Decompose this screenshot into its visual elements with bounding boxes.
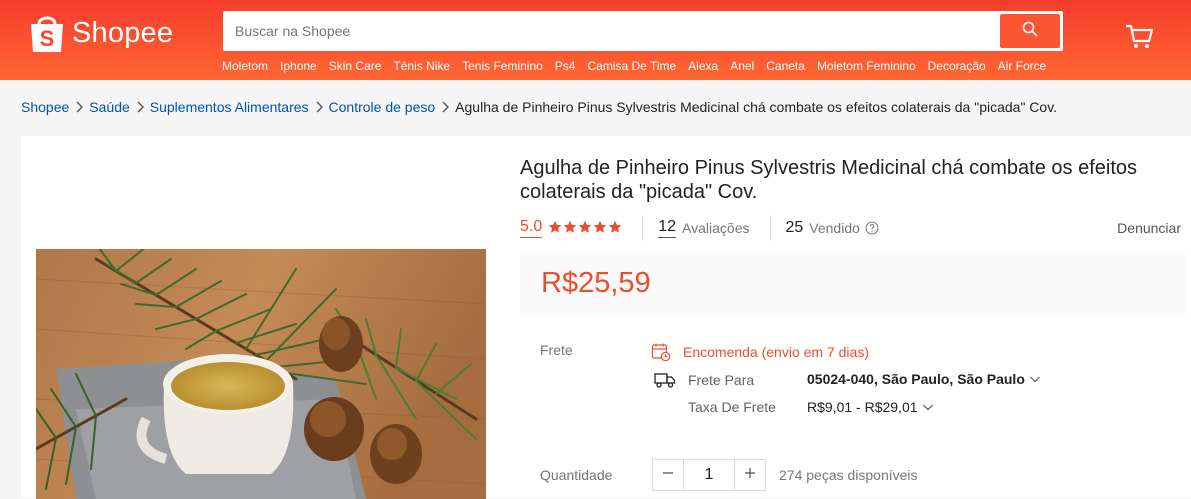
shipping-order-text: Encomenda (envio em 7 dias) — [683, 344, 869, 360]
chevron-down-icon[interactable] — [1029, 373, 1041, 385]
brand-name: Shopee — [72, 16, 174, 49]
shipping-to-line: Frete Para — [654, 371, 754, 389]
sold-count: 25 — [785, 219, 804, 236]
chevron-right-icon — [136, 101, 144, 113]
reviews-label[interactable]: Avaliações — [682, 220, 749, 236]
shipping-to-label: Frete Para — [688, 372, 755, 388]
help-icon[interactable] — [865, 221, 879, 235]
stock-available: 274 peças disponíveis — [779, 467, 918, 483]
quantity-input[interactable]: 1 — [684, 459, 734, 491]
star-icon — [593, 220, 607, 237]
hotword-link[interactable]: Ps4 — [555, 59, 576, 73]
chevron-down-icon[interactable] — [922, 401, 934, 413]
hotword-link[interactable]: Camisa De Time — [587, 59, 676, 73]
product-price: R$25,59 — [541, 267, 651, 299]
search-icon — [1022, 21, 1038, 42]
star-icon — [578, 220, 592, 237]
reviews-count[interactable]: 12 — [658, 218, 677, 238]
hotword-link[interactable]: Anel — [730, 59, 754, 73]
hotword-link[interactable]: Skin Care — [329, 59, 382, 73]
breadcrumb: Shopee Saúde Suplementos Alimentares Con… — [21, 99, 1057, 115]
shipping-fee-value[interactable]: R$9,01 - R$29,01 — [807, 399, 918, 415]
hotword-link[interactable]: Caneta — [766, 59, 805, 73]
truck-icon — [654, 371, 676, 389]
increase-quantity-button[interactable] — [734, 459, 766, 491]
shipping-fee[interactable]: R$9,01 - R$29,01 — [807, 399, 934, 415]
chevron-right-icon — [75, 101, 84, 113]
shopping-bag-icon: S — [28, 12, 66, 54]
hotword-link[interactable]: Air Force — [998, 59, 1047, 73]
breadcrumb-current: Agulha de Pinheiro Pinus Sylvestris Medi… — [455, 99, 1058, 115]
hotword-link[interactable]: Decoração — [928, 59, 986, 73]
product-stats: 5.0 12 Avaliações 25 Vendido Denunciar — [520, 215, 1185, 241]
chevron-right-icon — [315, 101, 323, 113]
breadcrumb-link[interactable]: Shopee — [21, 99, 69, 115]
star-icon — [563, 220, 577, 237]
rating-stars — [548, 220, 622, 237]
product-image[interactable] — [36, 249, 486, 499]
divider — [642, 215, 644, 241]
hotword-link[interactable]: Tenis Feminino — [462, 59, 543, 73]
hotword-link[interactable]: Moletom Feminino — [817, 59, 916, 73]
header: S Shopee Moletom Iphone Skin Care Tênis … — [0, 0, 1191, 80]
breadcrumb-link[interactable]: Suplementos Alimentares — [150, 99, 309, 115]
search-bar — [223, 11, 1063, 51]
quantity-label: Quantidade — [540, 467, 613, 483]
cart-icon[interactable] — [1124, 22, 1154, 52]
hotword-link[interactable]: Tênis Nike — [393, 59, 450, 73]
product-card: Agulha de Pinheiro Pinus Sylvestris Medi… — [21, 136, 1191, 499]
shipping-address[interactable]: 05024-040, São Paulo, São Paulo — [807, 371, 1041, 387]
divider — [769, 215, 771, 241]
star-icon — [608, 220, 622, 237]
breadcrumb-link[interactable]: Controle de peso — [329, 99, 436, 115]
chevron-right-icon — [441, 101, 450, 113]
breadcrumb-link[interactable]: Saúde — [89, 99, 129, 115]
decrease-quantity-button[interactable] — [652, 459, 684, 491]
shopee-logo[interactable]: S Shopee — [28, 10, 173, 56]
product-title: Agulha de Pinheiro Pinus Sylvestris Medi… — [520, 157, 1137, 203]
calendar-clock-icon — [651, 342, 671, 362]
search-suggestions: Moletom Iphone Skin Care Tênis Nike Teni… — [222, 59, 1058, 73]
price-box: R$25,59 — [520, 252, 1186, 316]
search-button[interactable] — [1000, 14, 1060, 48]
hotword-link[interactable]: Iphone — [280, 59, 317, 73]
shipping-label: Frete — [540, 342, 573, 358]
minus-icon — [662, 466, 674, 484]
shipping-order-line: Encomenda (envio em 7 dias) — [651, 342, 869, 362]
search-input[interactable] — [223, 11, 993, 51]
quantity-stepper: 1 — [652, 459, 766, 491]
rating-score[interactable]: 5.0 — [520, 218, 543, 238]
report-link[interactable]: Denunciar — [1117, 220, 1181, 236]
star-icon — [548, 220, 562, 237]
sold-label: Vendido — [809, 220, 860, 236]
hotword-link[interactable]: Moletom — [222, 59, 268, 73]
shipping-fee-label: Taxa De Frete — [688, 399, 776, 415]
hotword-link[interactable]: Alexa — [688, 59, 718, 73]
plus-icon — [744, 466, 756, 484]
svg-text:S: S — [40, 26, 55, 51]
shipping-address-value[interactable]: 05024-040, São Paulo, São Paulo — [807, 371, 1025, 387]
